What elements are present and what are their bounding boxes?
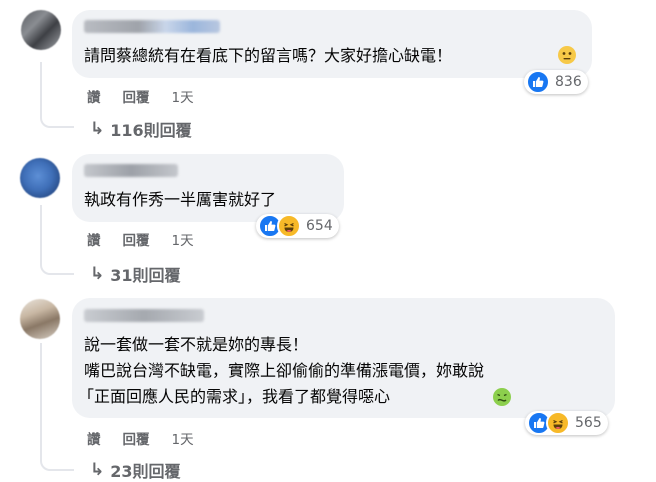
comment-actions: 讚 回覆 1天 — [87, 86, 194, 106]
comment-bubble: 說一套做一套不就是妳的專長！ 嘴巴說台灣不缺電，實際上卻偷偷的準備漲電價，妳敢說… — [72, 298, 615, 418]
neutral-face-emoji — [558, 46, 576, 64]
commenter-name-redacted[interactable] — [84, 309, 204, 322]
replies-count-label: 23則回覆 — [110, 462, 181, 481]
reply-arrow-icon: ↳ — [90, 264, 105, 284]
thread-connector — [40, 112, 74, 128]
view-replies-link[interactable]: ↳ 31則回覆 — [90, 262, 181, 286]
comment-text-line: 「正面回應人民的需求」，我看了都覺得噁心 — [78, 387, 391, 406]
reaction-summary[interactable]: 565 — [525, 411, 608, 435]
thread-line — [40, 343, 42, 457]
comment-bubble: 執政有作秀一半厲害就好了 — [72, 154, 344, 222]
comment-bubble: 請問蔡總統有在看底下的留言嗎？大家好擔心缺電！ — [72, 10, 592, 78]
comment-text-line: 說一套做一套不就是妳的專長！ — [84, 335, 309, 354]
haha-icon — [546, 411, 570, 435]
reaction-count: 565 — [575, 415, 602, 431]
like-button[interactable]: 讚 — [87, 229, 101, 249]
timestamp[interactable]: 1天 — [172, 428, 194, 448]
comment-actions: 讚 回覆 1天 — [87, 229, 194, 249]
avatar[interactable] — [21, 10, 61, 50]
avatar[interactable] — [20, 158, 60, 198]
avatar[interactable] — [20, 299, 60, 339]
replies-count-label: 31則回覆 — [110, 266, 181, 285]
reaction-count: 654 — [306, 218, 333, 234]
like-button[interactable]: 讚 — [87, 428, 101, 448]
comment-text: 執政有作秀一半厲害就好了 — [84, 190, 277, 209]
thread-connector — [40, 259, 74, 275]
reaction-summary[interactable]: 654 — [256, 214, 339, 238]
view-replies-link[interactable]: ↳ 23則回覆 — [90, 458, 181, 482]
reply-button[interactable]: 回覆 — [123, 86, 150, 106]
comment-actions: 讚 回覆 1天 — [87, 428, 194, 448]
nauseated-face-emoji — [493, 388, 511, 406]
like-icon — [526, 70, 550, 94]
thread-line — [40, 205, 42, 261]
haha-icon — [277, 214, 301, 238]
view-replies-link[interactable]: ↳ 116則回覆 — [90, 117, 192, 141]
comment-text-line: 嘴巴說台灣不缺電，實際上卻偷偷的準備漲電價，妳敢說 — [84, 361, 485, 380]
comment-text: 請問蔡總統有在看底下的留言嗎？大家好擔心缺電！ — [84, 46, 453, 65]
reply-button[interactable]: 回覆 — [123, 428, 150, 448]
timestamp[interactable]: 1天 — [172, 86, 194, 106]
reply-button[interactable]: 回覆 — [123, 229, 150, 249]
reaction-summary[interactable]: 836 — [524, 70, 588, 94]
replies-count-label: 116則回覆 — [110, 121, 192, 140]
thread-line — [40, 62, 42, 114]
like-button[interactable]: 讚 — [87, 86, 101, 106]
reply-arrow-icon: ↳ — [90, 460, 105, 480]
reaction-count: 836 — [555, 74, 582, 90]
commenter-name-redacted[interactable] — [84, 164, 178, 177]
thread-connector — [40, 455, 74, 471]
timestamp[interactable]: 1天 — [172, 229, 194, 249]
commenter-name-redacted[interactable] — [84, 20, 220, 33]
reply-arrow-icon: ↳ — [90, 119, 105, 139]
